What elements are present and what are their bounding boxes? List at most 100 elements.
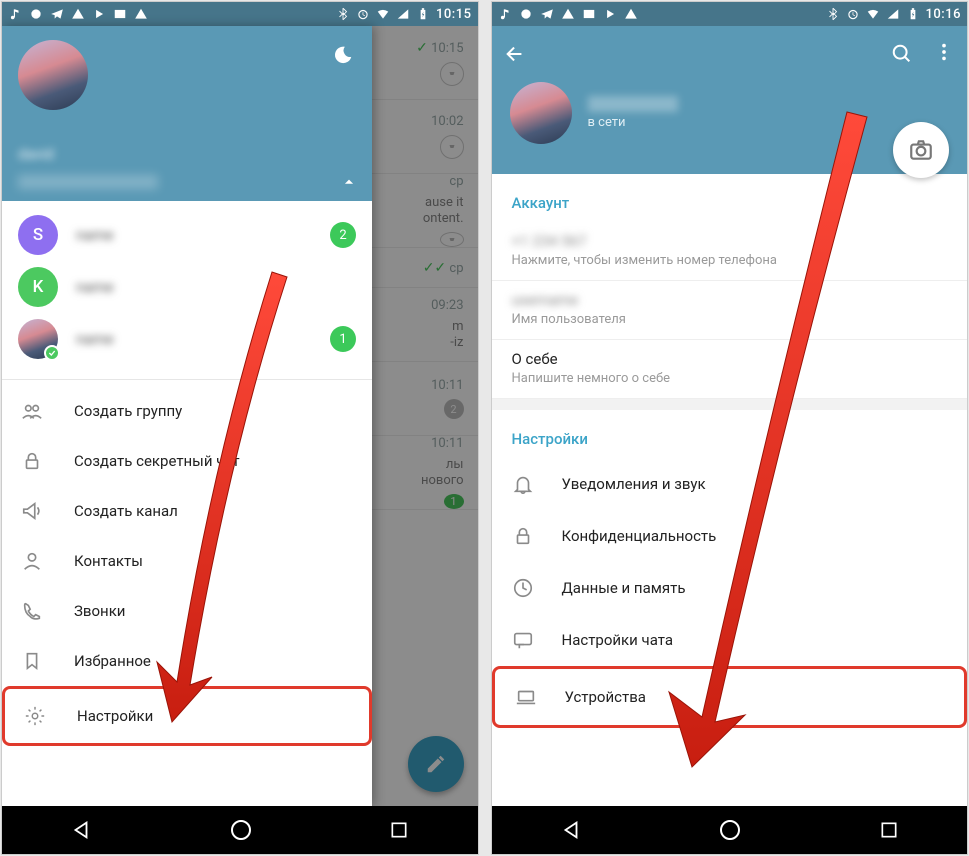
- menu-label: Избранное: [74, 652, 151, 670]
- signal-icon: [886, 7, 900, 21]
- warning-icon-2: [624, 7, 638, 21]
- menu-favorites[interactable]: Избранное: [2, 636, 372, 686]
- play-icon: [92, 7, 106, 21]
- highlight-settings: Настройки: [2, 686, 372, 746]
- avatar: K: [18, 267, 58, 307]
- alarm-icon: [846, 7, 860, 21]
- drawer-phone-blurred: [18, 175, 158, 189]
- chevron-up-icon[interactable]: [342, 175, 356, 189]
- settings-body: Аккаунт +1 234 567 Нажмите, чтобы измени…: [492, 174, 968, 806]
- back-button[interactable]: [70, 819, 92, 841]
- menu-calls[interactable]: Звонки: [2, 586, 372, 636]
- battery-icon: [416, 7, 430, 21]
- statusbar-time: 10:16: [926, 7, 961, 22]
- circle-icon: [29, 7, 43, 21]
- setting-username[interactable]: username Имя пользователя: [492, 281, 968, 339]
- back-button[interactable]: [560, 819, 582, 841]
- gear-icon: [23, 704, 47, 728]
- bell-icon: [512, 473, 534, 495]
- lock-icon: [20, 449, 44, 473]
- image-icon: [113, 7, 127, 21]
- lock-icon: [512, 525, 534, 547]
- setting-chat[interactable]: Настройки чата: [492, 614, 968, 666]
- drawer-header: david: [2, 26, 372, 201]
- warning-icon-2: [134, 7, 148, 21]
- android-navbar: [2, 806, 478, 854]
- phone-hint: Нажмите, чтобы изменить номер телефона: [512, 253, 948, 268]
- account-name-blurred: name: [76, 226, 312, 244]
- menu-label: Создать секретный чат: [74, 452, 240, 470]
- megaphone-icon: [20, 499, 44, 523]
- highlight-devices: Устройства: [492, 666, 968, 728]
- setting-label: Устройства: [565, 688, 646, 706]
- person-icon: [20, 549, 44, 573]
- setting-data[interactable]: Данные и память: [492, 562, 968, 614]
- menu-label: Настройки: [77, 707, 153, 725]
- data-icon: [512, 577, 534, 599]
- phone-right-settings: 10:16 в сети Аккаунт +1 234 567 Нажмите,…: [491, 1, 969, 855]
- profile-name-blurred: [588, 96, 678, 112]
- drawer-username: david: [18, 145, 54, 163]
- telegram-icon: [540, 7, 554, 21]
- note-icon: [498, 7, 512, 21]
- telegram-icon: [50, 7, 64, 21]
- night-mode-icon[interactable]: [332, 44, 354, 66]
- home-button[interactable]: [229, 818, 253, 842]
- menu-create-channel[interactable]: Создать канал: [2, 486, 372, 536]
- back-icon[interactable]: [504, 43, 526, 65]
- setting-about[interactable]: О себе Напишите немного о себе: [492, 340, 968, 398]
- chat-icon: [512, 629, 534, 651]
- phone-left-drawer: 10:15 ✓ 10:15 10:02 срause itontent. ✓✓ …: [1, 1, 479, 855]
- account-item[interactable]: S name 2: [2, 209, 372, 261]
- avatar: S: [18, 215, 58, 255]
- play-icon: [603, 7, 617, 21]
- setting-devices[interactable]: Устройства: [495, 671, 965, 723]
- laptop-icon: [515, 686, 537, 708]
- bluetooth-icon: [336, 7, 350, 21]
- account-item[interactable]: name 1: [2, 313, 372, 365]
- setting-privacy[interactable]: Конфиденциальность: [492, 510, 968, 562]
- more-icon[interactable]: [933, 41, 955, 67]
- menu-create-group[interactable]: Создать группу: [2, 386, 372, 436]
- wifi-icon: [376, 7, 390, 21]
- setting-label: Данные и память: [562, 579, 686, 597]
- navigation-drawer: david S name 2 K name name 1: [2, 26, 372, 806]
- setting-label: Уведомления и звук: [562, 475, 706, 493]
- menu-settings[interactable]: Настройки: [5, 691, 369, 741]
- divider: [2, 379, 372, 380]
- recents-button[interactable]: [389, 820, 409, 840]
- note-icon: [8, 7, 22, 21]
- unread-badge: 1: [330, 326, 356, 352]
- image-icon: [582, 7, 596, 21]
- bookmark-icon: [20, 649, 44, 673]
- setting-label: Конфиденциальность: [562, 527, 717, 545]
- setting-notifications[interactable]: Уведомления и звук: [492, 458, 968, 510]
- account-item[interactable]: K name: [2, 261, 372, 313]
- avatar[interactable]: [18, 40, 88, 110]
- signal-icon: [396, 7, 410, 21]
- alarm-icon: [356, 7, 370, 21]
- home-button[interactable]: [718, 818, 742, 842]
- setting-label: Настройки чата: [562, 631, 674, 649]
- warning-icon: [561, 7, 575, 21]
- about-hint: Напишите немного о себе: [512, 371, 948, 386]
- battery-icon: [906, 7, 920, 21]
- username-hint: Имя пользователя: [512, 312, 948, 327]
- menu-label: Создать канал: [74, 502, 178, 520]
- setting-phone[interactable]: +1 234 567 Нажмите, чтобы изменить номер…: [492, 222, 968, 280]
- menu-contacts[interactable]: Контакты: [2, 536, 372, 586]
- unread-badge: 2: [330, 222, 356, 248]
- menu-label: Контакты: [74, 552, 143, 570]
- section-account-title: Аккаунт: [492, 174, 968, 222]
- avatar[interactable]: [510, 82, 572, 144]
- search-icon[interactable]: [891, 43, 913, 65]
- phone-icon: [20, 599, 44, 623]
- statusbar: 10:15: [2, 2, 478, 26]
- circle-icon: [519, 7, 533, 21]
- phone-value-blurred: +1 234 567: [512, 232, 948, 250]
- camera-fab[interactable]: [893, 122, 949, 178]
- menu-secret-chat[interactable]: Создать секретный чат: [2, 436, 372, 486]
- profile-status: в сети: [588, 115, 678, 130]
- warning-icon: [71, 7, 85, 21]
- recents-button[interactable]: [879, 820, 899, 840]
